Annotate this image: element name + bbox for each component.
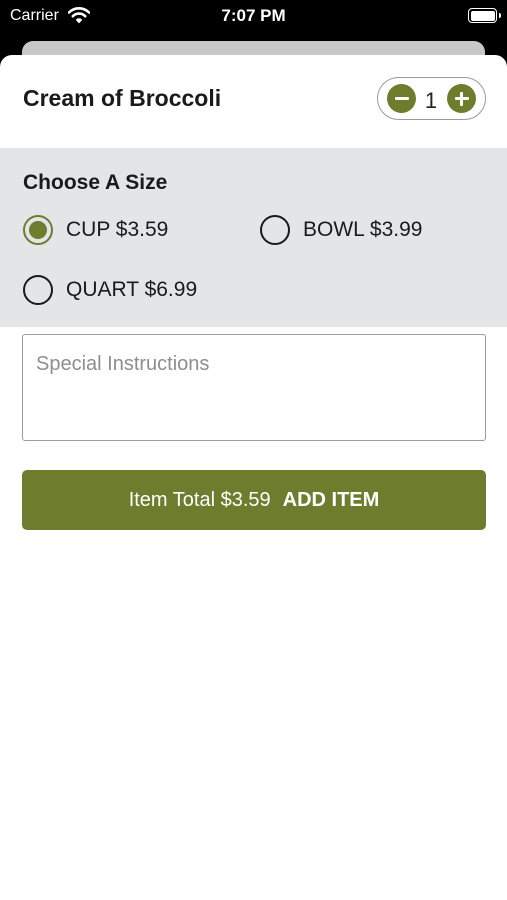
size-option-bowl[interactable]: BOWL $3.99 xyxy=(260,214,422,246)
size-option-quart[interactable]: QUART $6.99 xyxy=(23,274,197,306)
item-detail-sheet: Cream of Broccoli 1 Choose A Size CUP $3… xyxy=(0,55,507,900)
radio-selected-icon[interactable] xyxy=(23,215,53,245)
radio-unselected-icon[interactable] xyxy=(23,275,53,305)
plus-circle-icon[interactable] xyxy=(447,84,476,113)
status-bar: Carrier 7:07 PM xyxy=(0,0,507,34)
clock: 7:07 PM xyxy=(221,6,286,25)
radio-unselected-icon[interactable] xyxy=(260,215,290,245)
size-option-label: QUART $6.99 xyxy=(66,278,198,301)
item-total-label: Item Total $3.59 xyxy=(128,488,271,511)
item-title: Cream of Broccoli xyxy=(23,85,222,111)
size-section: Choose A Size CUP $3.59 BOWL $3.99 QUART… xyxy=(0,148,507,327)
special-instructions-field[interactable] xyxy=(22,334,486,441)
add-item-button[interactable]: Item Total $3.59 ADD ITEM xyxy=(22,470,486,530)
size-option-label: CUP $3.59 xyxy=(66,218,169,241)
quantity-stepper: 1 xyxy=(377,77,486,120)
size-option-cup[interactable]: CUP $3.59 xyxy=(23,214,168,246)
add-item-label: ADD ITEM xyxy=(282,488,380,511)
size-option-label: BOWL $3.99 xyxy=(303,218,423,241)
battery-icon xyxy=(468,8,501,23)
size-heading: Choose A Size xyxy=(23,171,168,194)
